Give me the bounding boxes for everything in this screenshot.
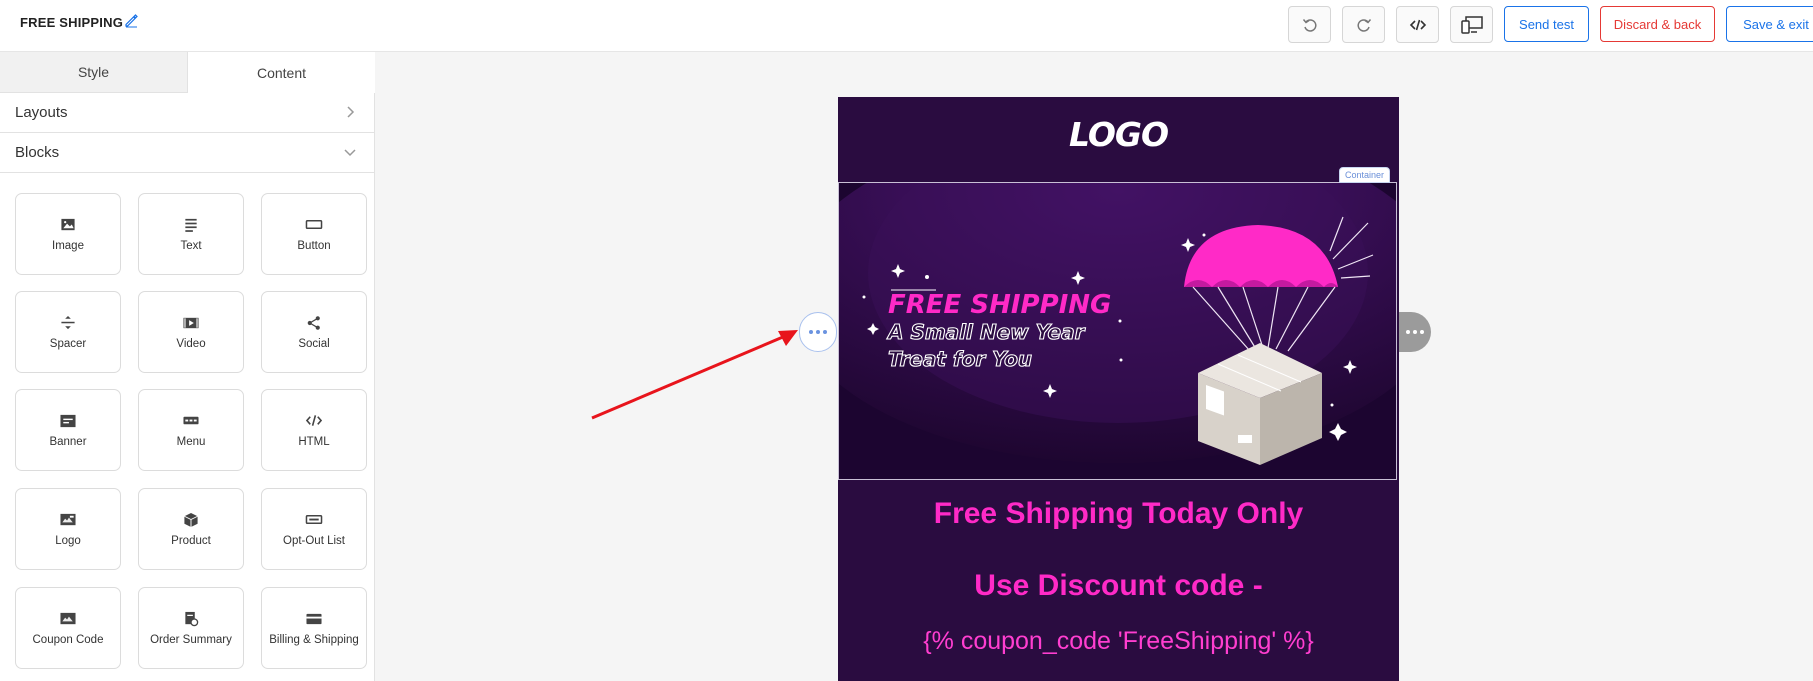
device-preview-button[interactable]: [1450, 6, 1493, 43]
block-label: Image: [52, 240, 84, 252]
block-text[interactable]: Text: [138, 193, 244, 275]
redo-button[interactable]: [1342, 6, 1385, 43]
block-label: Banner: [49, 436, 87, 448]
text-icon: [181, 216, 201, 234]
devices-icon: [1460, 15, 1483, 34]
block-image[interactable]: Image: [15, 193, 121, 275]
image-icon: [58, 216, 78, 234]
block-banner[interactable]: Banner: [15, 389, 121, 471]
block-label: Coupon Code: [32, 634, 104, 646]
tab-style[interactable]: Style: [0, 52, 188, 93]
chevron-down-icon: [344, 149, 356, 157]
block-spacer[interactable]: Spacer: [15, 291, 121, 373]
undo-button[interactable]: [1288, 6, 1331, 43]
block-label: HTML: [298, 436, 330, 448]
more-dots-icon: [809, 330, 827, 334]
redo-icon: [1356, 18, 1371, 32]
block-label: Billing & Shipping: [269, 634, 359, 646]
campaign-title: FREE SHIPPING: [20, 15, 124, 30]
block-label: Logo: [55, 535, 81, 547]
banner-icon: [58, 412, 78, 430]
layouts-section[interactable]: Layouts: [0, 93, 375, 133]
code-view-button[interactable]: [1396, 6, 1439, 43]
sidebar-tabs: Style Content: [0, 52, 375, 93]
discard-back-button[interactable]: Discard & back: [1600, 6, 1715, 42]
spacer-icon: [58, 314, 78, 332]
block-logo[interactable]: Logo: [15, 488, 121, 570]
blocks-section[interactable]: Blocks: [0, 133, 375, 173]
block-coupon-code[interactable]: Coupon Code: [15, 587, 121, 669]
save-exit-button[interactable]: Save & exit: [1726, 6, 1813, 42]
video-icon: [181, 314, 201, 332]
email-heading[interactable]: Free Shipping Today Only: [838, 497, 1399, 531]
code-icon: [1409, 19, 1426, 30]
block-label: Opt-Out List: [283, 535, 345, 547]
block-menu[interactable]: Menu: [138, 389, 244, 471]
html-icon: [304, 412, 324, 430]
top-toolbar: FREE SHIPPING Send test Discard & back S…: [0, 0, 1813, 52]
tab-content[interactable]: Content: [188, 52, 375, 93]
block-label: Order Summary: [150, 634, 232, 646]
coupon-code-tag[interactable]: {% coupon_code 'FreeShipping' %}: [838, 627, 1399, 656]
optout-icon: [304, 511, 324, 529]
block-label: Text: [180, 240, 202, 252]
discount-label[interactable]: Use Discount code -: [838, 569, 1399, 603]
email-logo[interactable]: LOGO: [838, 115, 1399, 154]
banner-subtitle-2: Treat for You: [888, 347, 1032, 371]
menu-icon: [181, 412, 201, 430]
send-test-button[interactable]: Send test: [1504, 6, 1589, 42]
product-icon: [181, 511, 201, 529]
block-label: Video: [176, 338, 206, 350]
more-dots-icon: [1406, 330, 1424, 334]
email-canvas[interactable]: LOGO FREE SHIPPING A Small New Year Trea…: [838, 97, 1399, 681]
undo-icon: [1302, 18, 1317, 32]
blocks-label: Blocks: [15, 144, 60, 161]
card-icon: [304, 610, 324, 628]
block-billing-shipping[interactable]: Billing & Shipping: [261, 587, 367, 669]
logo-icon: [58, 511, 78, 529]
block-label: Button: [297, 240, 331, 252]
row-handle-right[interactable]: [1399, 312, 1431, 352]
block-order-summary[interactable]: Order Summary: [138, 587, 244, 669]
block-opt-out-list[interactable]: Opt-Out List: [261, 488, 367, 570]
block-button[interactable]: Button: [261, 193, 367, 275]
block-label: Social: [298, 338, 330, 350]
layouts-label: Layouts: [15, 104, 68, 121]
sidebar: Style Content Layouts Blocks Image Text Bu…: [0, 52, 375, 681]
chevron-right-icon: [347, 106, 355, 118]
block-label: Menu: [176, 436, 206, 448]
block-label: Spacer: [49, 338, 87, 350]
free-shipping-banner[interactable]: FREE SHIPPING A Small New Year Treat for…: [838, 183, 1397, 479]
coupon-icon: [58, 610, 78, 628]
order-icon: [181, 610, 201, 628]
block-video[interactable]: Video: [138, 291, 244, 373]
banner-title: FREE SHIPPING: [888, 290, 1111, 320]
block-html[interactable]: HTML: [261, 389, 367, 471]
block-social[interactable]: Social: [261, 291, 367, 373]
banner-subtitle-1: A Small New Year: [886, 320, 1086, 344]
red-arrow-annotation: [591, 330, 798, 420]
pencil-icon[interactable]: [123, 12, 139, 28]
button-icon: [304, 216, 324, 234]
share-icon: [304, 314, 324, 332]
container-badge[interactable]: Container: [1339, 167, 1391, 183]
block-label: Product: [171, 535, 211, 547]
block-product[interactable]: Product: [138, 488, 244, 570]
